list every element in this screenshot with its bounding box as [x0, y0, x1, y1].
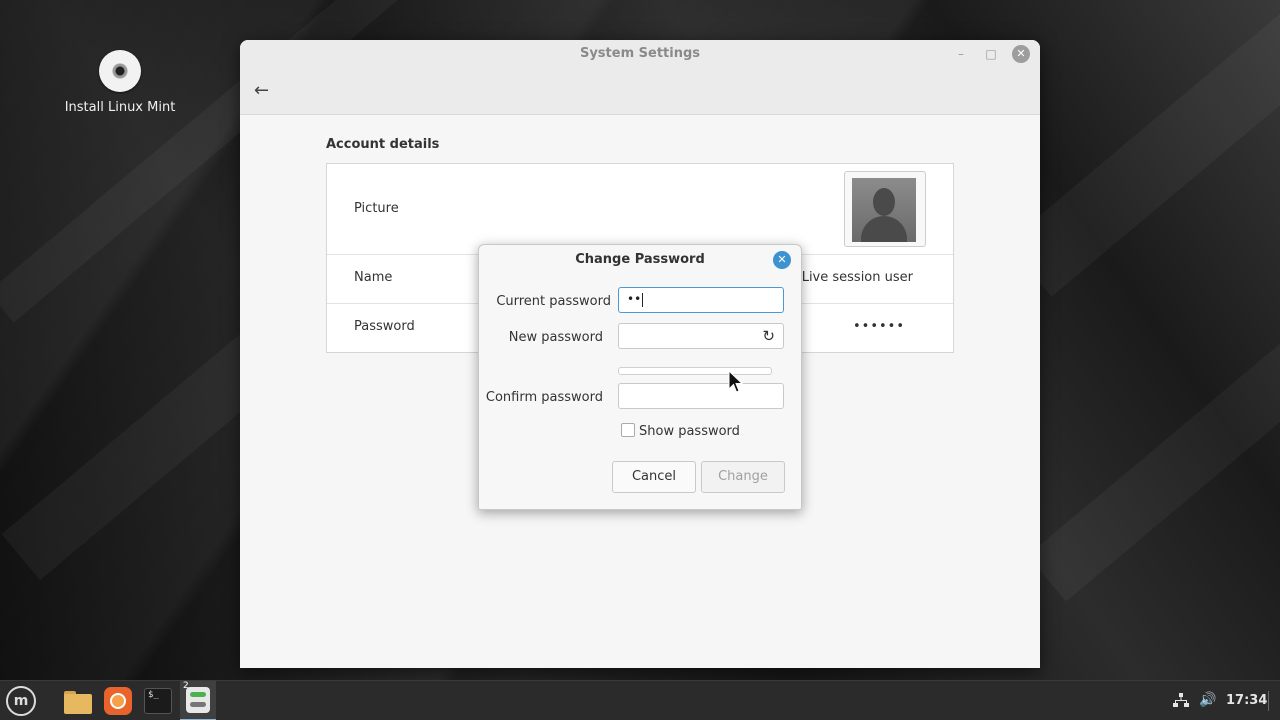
- firefox-globe-shape: [110, 693, 126, 709]
- new-password-label: New password: [508, 330, 603, 345]
- terminal-glyph: $_: [144, 688, 172, 714]
- cancel-button[interactable]: Cancel: [612, 461, 696, 493]
- dialog-close-button[interactable]: ✕: [773, 251, 791, 269]
- confirm-password-field[interactable]: [618, 383, 784, 409]
- close-window-button[interactable]: ✕: [1012, 45, 1030, 63]
- volume-icon[interactable]: 🔊: [1199, 692, 1216, 708]
- picture-row: Picture: [327, 164, 953, 255]
- back-button[interactable]: ←: [254, 80, 269, 101]
- arrow-left-icon: ←: [254, 80, 270, 101]
- wallpaper-stripe: [1006, 0, 1280, 297]
- terminal-icon[interactable]: $_: [142, 685, 174, 717]
- current-password-field[interactable]: ••: [618, 287, 784, 313]
- network-icon-graphic: [1173, 693, 1189, 707]
- new-password-field[interactable]: ↻: [618, 323, 784, 349]
- window-titlebar[interactable]: System Settings – □ ✕ ←: [240, 40, 1040, 115]
- name-label: Name: [354, 270, 393, 285]
- folder-body-shape: [64, 694, 92, 714]
- disc-icon: [99, 50, 141, 92]
- toggle-off-shape: [190, 702, 206, 707]
- settings-icon[interactable]: 2: [180, 681, 216, 720]
- menu-icon[interactable]: m: [6, 686, 36, 716]
- settings-app-shape: [186, 687, 210, 713]
- network-icon[interactable]: [1173, 692, 1189, 712]
- avatar-button[interactable]: [844, 171, 926, 247]
- files-icon[interactable]: [62, 685, 94, 717]
- tray-separator: [1268, 691, 1269, 711]
- change-button[interactable]: Change: [701, 461, 785, 493]
- current-password-value: ••: [627, 292, 642, 306]
- maximize-button[interactable]: □: [982, 45, 1000, 63]
- taskbar: m $_ 2 🔊 17:34: [0, 680, 1280, 720]
- avatar-body-shape: [861, 216, 907, 242]
- refresh-icon[interactable]: ↻: [762, 327, 775, 345]
- password-label: Password: [354, 319, 415, 334]
- avatar-head-shape: [873, 188, 895, 216]
- password-value[interactable]: ••••••: [853, 319, 905, 334]
- wallpaper-stripe: [1027, 298, 1280, 602]
- desktop-icon-install-linux-mint[interactable]: Install Linux Mint: [60, 50, 180, 115]
- confirm-password-label: Confirm password: [485, 390, 603, 405]
- password-strength-meter: [618, 367, 772, 375]
- current-password-label: Current password: [496, 294, 611, 309]
- close-icon: ✕: [777, 253, 787, 266]
- toggle-on-shape: [190, 692, 206, 697]
- checkbox-box[interactable]: [621, 423, 635, 437]
- dialog-titlebar[interactable]: Change Password ✕: [479, 245, 801, 275]
- change-password-dialog: Change Password ✕ Current password •• Ne…: [478, 244, 802, 510]
- desktop-icon-label: Install Linux Mint: [64, 100, 176, 115]
- picture-label: Picture: [354, 201, 399, 216]
- show-password-checkbox[interactable]: Show password: [621, 423, 740, 439]
- dialog-title: Change Password: [575, 252, 705, 267]
- text-caret: [642, 292, 644, 307]
- name-value[interactable]: Live session user: [802, 270, 913, 285]
- window-title: System Settings: [579, 46, 701, 61]
- clock[interactable]: 17:34: [1226, 693, 1267, 708]
- avatar-image: [852, 178, 916, 242]
- account-details-heading: Account details: [326, 137, 440, 152]
- minimize-button[interactable]: –: [952, 45, 970, 63]
- show-password-label: Show password: [639, 424, 740, 439]
- firefox-icon[interactable]: [102, 685, 134, 717]
